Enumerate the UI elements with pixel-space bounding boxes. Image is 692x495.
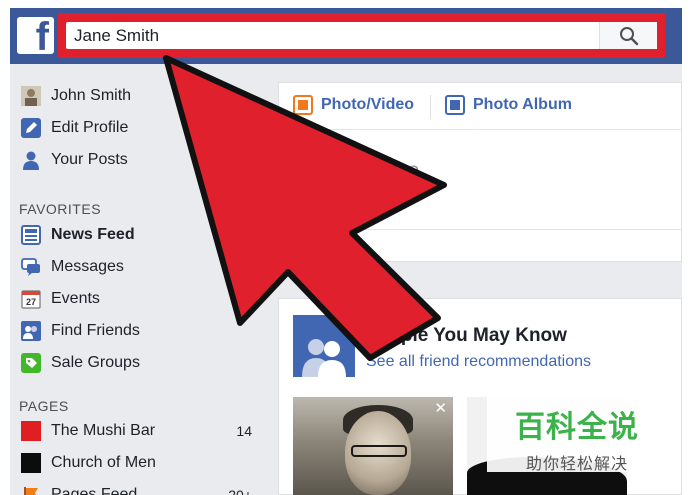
sidebar-item-news-feed[interactable]: News Feed — [20, 222, 252, 248]
search-input[interactable] — [66, 22, 606, 49]
see-all-recommendations-link[interactable]: See all friend recommendations — [366, 353, 591, 371]
watermark-logo: 百科全说 助你轻松解决 — [487, 392, 667, 473]
watermark-subtitle: 助你轻松解决 — [525, 454, 628, 473]
person-icon — [20, 149, 42, 171]
facebook-logo[interactable]: f — [17, 17, 54, 54]
search-button[interactable] — [599, 22, 657, 49]
tab-photo-video[interactable]: Photo/Video — [293, 95, 414, 115]
sidebar-item-label: Sale Groups — [51, 354, 140, 371]
sidebar-item-events[interactable]: 27 Events — [20, 286, 252, 312]
search-highlight-box — [58, 13, 665, 58]
dismiss-icon[interactable]: ✕ — [434, 399, 447, 417]
black-square-icon — [20, 452, 42, 474]
sidebar-item-church-of-men[interactable]: Church of Men — [20, 450, 252, 476]
camera-icon — [293, 95, 313, 115]
notification-count: 14 — [236, 423, 252, 439]
tab-label: Photo/Video — [321, 96, 415, 113]
search-icon — [619, 26, 638, 45]
sidebar-item-sale-groups[interactable]: Sale Groups — [20, 350, 252, 376]
search-bar[interactable] — [66, 22, 657, 49]
tab-photo-album[interactable]: Photo Album — [445, 95, 572, 115]
sidebar-item-label: News Feed — [51, 226, 135, 243]
photo-album-icon — [445, 95, 465, 115]
photo-glasses — [351, 445, 407, 457]
profile-avatar — [20, 85, 42, 107]
sidebar-item-label: Messages — [51, 258, 124, 275]
sidebar-item-pages-feed[interactable]: Pages Feed 20+ — [20, 482, 252, 495]
tab-divider — [430, 95, 431, 119]
composer-divider — [279, 229, 681, 230]
sidebar-item-messages[interactable]: Messages — [20, 254, 252, 280]
messages-icon — [20, 256, 42, 278]
watermark-title: 百科全说 — [515, 410, 639, 445]
sidebar-item-label: Your Posts — [51, 151, 128, 168]
sidebar-item-label: The Mushi Bar — [51, 422, 156, 439]
sidebar-item-edit-profile[interactable]: Edit Profile — [20, 115, 252, 141]
pymk-title: People You May Know — [366, 325, 567, 346]
sidebar-item-label: John Smith — [51, 87, 132, 104]
red-square-icon — [20, 420, 42, 442]
suggested-friend-photo[interactable]: ✕ — [293, 397, 453, 495]
sidebar-item-label: Events — [51, 290, 100, 307]
friends-icon — [293, 315, 355, 377]
sidebar-item-label: Edit Profile — [51, 119, 129, 136]
sidebar-item-profile[interactable]: John Smith — [20, 83, 252, 109]
composer-prompt[interactable]: n your mind? — [279, 163, 681, 185]
pencil-icon — [20, 117, 42, 139]
find-friends-icon — [20, 320, 42, 342]
facebook-logo-glyph: f — [35, 17, 49, 54]
tab-label: Photo Album — [473, 96, 572, 113]
sidebar-item-label: Pages Feed — [51, 486, 138, 495]
sidebar-item-your-posts[interactable]: Your Posts — [20, 147, 252, 173]
notification-count: 20+ — [228, 487, 252, 495]
flag-icon — [20, 484, 42, 495]
top-bar: f — [10, 8, 682, 64]
news-feed-icon — [20, 224, 42, 246]
left-sidebar: John Smith Edit Profile Your Posts FAVOR… — [10, 64, 254, 495]
status-composer: Photo/Video Photo Album n your mind? — [278, 82, 682, 262]
favorites-section-title: FAVORITES — [19, 201, 102, 217]
calendar-icon: 27 — [20, 288, 42, 310]
tag-icon — [20, 352, 42, 374]
pages-section-title: PAGES — [19, 398, 69, 414]
sidebar-item-mushi-bar[interactable]: The Mushi Bar 14 — [20, 418, 252, 444]
sidebar-item-find-friends[interactable]: Find Friends — [20, 318, 252, 344]
sidebar-item-label: Church of Men — [51, 454, 156, 471]
calendar-icon-day: 27 — [26, 297, 36, 307]
composer-tabs: Photo/Video Photo Album — [279, 83, 681, 130]
sidebar-item-label: Find Friends — [51, 322, 140, 339]
